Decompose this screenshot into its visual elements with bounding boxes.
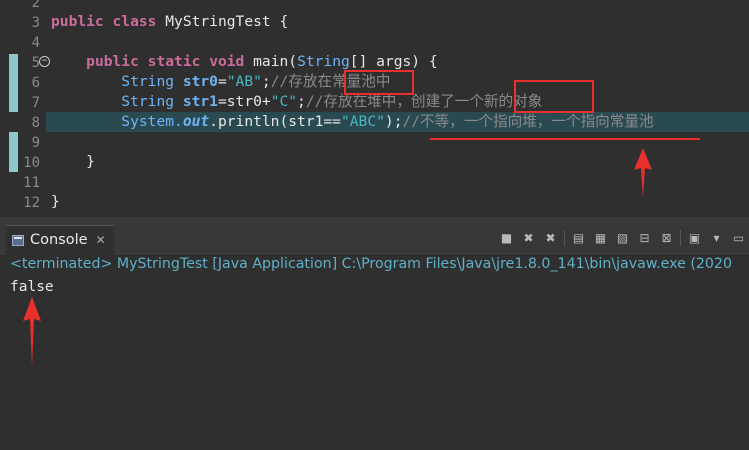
tab-console-label: Console — [30, 232, 88, 248]
fold-collapse-icon[interactable]: − — [39, 56, 50, 67]
tab-console[interactable]: Console ✕ — [6, 225, 114, 254]
scroll-lock-icon[interactable]: ▤ — [570, 229, 587, 246]
remove-launch-icon[interactable]: ✖ — [520, 229, 537, 246]
console-tabbar: Console ✕ ■ ✖ ✖ ▤ ▦ ▧ ⊟ ⊠ ▣ ▾ ▭ — [0, 225, 749, 254]
annotation-box-new-object — [514, 80, 594, 113]
change-marker — [9, 132, 18, 172]
console-view: Console ✕ ■ ✖ ✖ ▤ ▦ ▧ ⊟ ⊠ ▣ ▾ ▭ <termina… — [0, 225, 749, 450]
line-number: 4 — [31, 35, 40, 51]
code-line-10: } — [86, 153, 95, 170]
terminate-icon[interactable]: ■ — [498, 229, 515, 246]
line-number: 10 — [23, 155, 40, 171]
show-on-error-icon[interactable]: ▧ — [614, 229, 631, 246]
console-output: false — [10, 279, 54, 295]
toolbar-separator — [564, 229, 565, 246]
line-number: 2 — [31, 0, 40, 11]
code-line-5: public static void main(String[] args) { — [86, 53, 438, 70]
line-number: 11 — [23, 175, 40, 191]
code-editor[interactable]: 2 3 4 5 6 7 8 9 10 11 12 − public class … — [0, 0, 749, 220]
minimize-icon[interactable]: ▭ — [730, 229, 747, 246]
display-selected-icon[interactable]: ⊠ — [658, 229, 675, 246]
annotation-underline — [430, 138, 700, 140]
code-line-7: String str1=str0+"C";//存放在堆中，创建了一个新的对象 — [121, 93, 543, 110]
toolbar-separator — [680, 229, 681, 246]
view-menu-icon[interactable]: ▾ — [708, 229, 725, 246]
code-line-3: public class MyStringTest { — [51, 13, 289, 30]
console-icon — [12, 234, 24, 246]
line-number: 3 — [31, 15, 40, 31]
line-number: 6 — [31, 75, 40, 91]
tab-close-icon[interactable]: ✕ — [96, 233, 106, 247]
code-line-12: } — [51, 193, 60, 210]
pane-divider[interactable] — [0, 217, 749, 225]
line-number: 7 — [31, 95, 40, 111]
pin-console-icon[interactable]: ⊟ — [636, 229, 653, 246]
annotation-box-constant-pool — [344, 70, 414, 95]
line-number: 9 — [31, 135, 40, 151]
open-console-icon[interactable]: ▣ — [686, 229, 703, 246]
console-toolbar: ■ ✖ ✖ ▤ ▦ ▧ ⊟ ⊠ ▣ ▾ ▭ — [498, 229, 747, 246]
line-number: 8 — [31, 115, 40, 131]
code-line-6: String str0="AB";//存放在常量池中 — [121, 73, 391, 90]
annotation-arrow-up-icon — [634, 148, 652, 198]
change-marker — [9, 54, 18, 112]
line-number: 12 — [23, 195, 40, 211]
editor-gutter: 2 3 4 5 6 7 8 9 10 11 12 − — [0, 0, 50, 220]
terminated-status: <terminated> MyStringTest [Java Applicat… — [10, 256, 732, 272]
show-on-output-icon[interactable]: ▦ — [592, 229, 609, 246]
code-line-8: System.out.println(str1=="ABC");//不等，一个指… — [121, 113, 654, 130]
remove-all-icon[interactable]: ✖ — [542, 229, 559, 246]
line-number: 5 — [31, 55, 40, 71]
annotation-arrow-up-icon — [23, 297, 41, 367]
